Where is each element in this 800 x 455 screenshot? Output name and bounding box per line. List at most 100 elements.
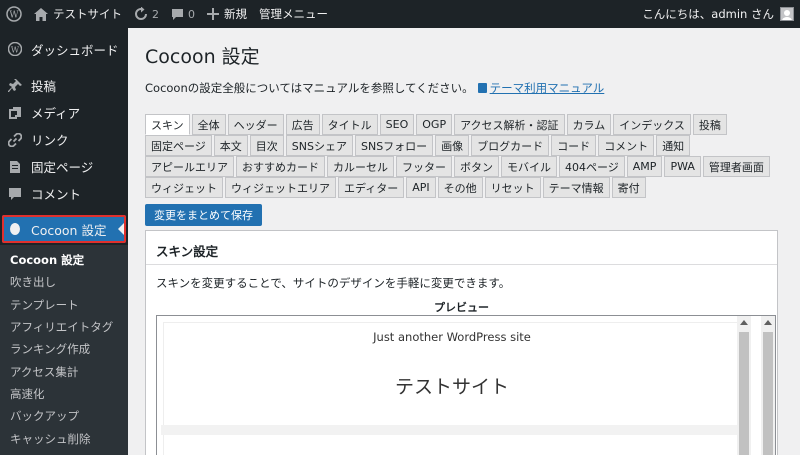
tab-seo[interactable]: SEO — [379, 114, 415, 135]
submenu-item-backup[interactable]: バックアップ — [0, 405, 128, 427]
tab-sns-share[interactable]: SNSシェア — [285, 135, 353, 156]
dashboard-icon: W — [8, 42, 22, 56]
tab-post[interactable]: 投稿 — [692, 114, 727, 135]
tab-row: アピールエリア おすすめカード カルーセル フッター ボタン モバイル 404ペ… — [145, 156, 795, 177]
skin-settings-panel: スキン設定 スキンを変更することで、サイトのデザインを手軽に変更できます。 プレ… — [145, 230, 778, 455]
menu-item-posts[interactable]: 投稿 — [0, 72, 128, 99]
tab-recommended-cards[interactable]: おすすめカード — [236, 156, 325, 177]
menu-label: Cocoon 設定 — [31, 222, 107, 238]
preview-nav-band — [161, 425, 737, 435]
tab-other[interactable]: その他 — [437, 177, 483, 198]
menu-separator — [0, 207, 128, 215]
home-icon — [34, 7, 48, 21]
menu-item-dashboard[interactable]: W ダッシュボード — [0, 34, 128, 64]
submenu-item-template[interactable]: テンプレート — [0, 294, 128, 316]
menu-label: 投稿 — [31, 79, 57, 94]
svg-text:W: W — [9, 11, 19, 21]
save-all-button[interactable]: 変更をまとめて保存 — [145, 204, 262, 226]
site-name: テストサイト — [53, 7, 122, 21]
tab-title[interactable]: タイトル — [321, 114, 378, 135]
tab-footer[interactable]: フッター — [396, 156, 452, 177]
admin-sidebar: W ダッシュボード 投稿 メディア リンク 固定ページ コメント Cocoon … — [0, 28, 128, 455]
tab-row: ウィジェット ウィジェットエリア エディター API その他 リセット テーマ情… — [145, 177, 795, 198]
tab-sns-follow[interactable]: SNSフォロー — [354, 135, 434, 156]
tab-body[interactable]: 本文 — [213, 135, 248, 156]
new-content-link[interactable]: 新規 — [201, 0, 253, 28]
comments-link[interactable]: 0 — [165, 0, 201, 28]
submenu-item-ranking[interactable]: ランキング作成 — [0, 338, 128, 360]
tab-404[interactable]: 404ページ — [559, 156, 625, 177]
tab-notice[interactable]: 通知 — [656, 135, 691, 156]
tab-widget-area[interactable]: ウィジェットエリア — [225, 177, 336, 198]
link-icon — [8, 132, 22, 147]
tab-carousel[interactable]: カルーセル — [327, 156, 394, 177]
submenu-item-speech-balloon[interactable]: 吹き出し — [0, 271, 128, 293]
page-icon — [8, 160, 22, 174]
scrollbar-thumb[interactable] — [763, 332, 773, 455]
outer-scrollbar[interactable] — [761, 316, 775, 455]
submenu-item-cocoon-settings[interactable]: Cocoon 設定 — [0, 249, 128, 271]
menu-label: ダッシュボード — [31, 42, 119, 58]
tab-analytics[interactable]: アクセス解析・認証 — [454, 114, 565, 135]
scroll-up-icon[interactable] — [740, 320, 748, 325]
comment-icon — [172, 8, 183, 20]
tab-donate[interactable]: 寄付 — [611, 177, 646, 198]
preview-tagline: Just another WordPress site — [373, 330, 531, 344]
settings-tabs: スキン 全体 ヘッダー 広告 タイトル SEO OGP アクセス解析・認証 カラ… — [145, 114, 795, 198]
scroll-up-icon[interactable] — [764, 320, 772, 325]
tab-image[interactable]: 画像 — [435, 135, 470, 156]
tab-comment[interactable]: コメント — [598, 135, 655, 156]
site-name-link[interactable]: テストサイト — [28, 0, 128, 28]
panel-title: スキン設定 — [156, 244, 219, 259]
cocoon-submenu: Cocoon 設定 吹き出し テンプレート アフィリエイトタグ ランキング作成 … — [0, 245, 128, 455]
tab-skin[interactable]: スキン — [145, 114, 190, 135]
submenu-item-affiliate-tag[interactable]: アフィリエイトタグ — [0, 316, 128, 338]
tab-page[interactable]: 固定ページ — [145, 135, 212, 156]
submenu-item-access-stats[interactable]: アクセス集計 — [0, 360, 128, 382]
menu-item-media[interactable]: メディア — [0, 99, 128, 126]
tab-code[interactable]: コード — [551, 135, 597, 156]
menu-item-links[interactable]: リンク — [0, 126, 128, 153]
tab-theme-info[interactable]: テーマ情報 — [542, 177, 610, 198]
submenu-item-clear-cache[interactable]: キャッシュ削除 — [0, 427, 128, 449]
avatar — [780, 7, 794, 21]
tab-button[interactable]: ボタン — [454, 156, 499, 177]
menu-item-pages[interactable]: 固定ページ — [0, 153, 128, 180]
tab-reset[interactable]: リセット — [484, 177, 541, 198]
tab-ads[interactable]: 広告 — [285, 114, 320, 135]
manual-link[interactable]: テーマ利用マニュアル — [490, 81, 605, 95]
menu-item-cocoon-settings[interactable]: Cocoon 設定 — [2, 215, 126, 243]
tab-pwa[interactable]: PWA — [664, 156, 701, 177]
tab-appeal-area[interactable]: アピールエリア — [145, 156, 234, 177]
tab-column[interactable]: カラム — [566, 114, 612, 135]
tab-ogp[interactable]: OGP — [416, 114, 453, 135]
tab-general[interactable]: 全体 — [191, 114, 226, 135]
tab-admin-screen[interactable]: 管理者画面 — [702, 156, 770, 177]
inner-scrollbar[interactable] — [737, 316, 751, 455]
new-label: 新規 — [224, 7, 247, 21]
tab-blogcard[interactable]: ブログカード — [471, 135, 550, 156]
updates-link[interactable]: 2 — [128, 0, 165, 28]
tab-api[interactable]: API — [406, 177, 436, 198]
admin-menu-link[interactable]: 管理メニュー — [253, 0, 334, 28]
tab-amp[interactable]: AMP — [626, 156, 663, 177]
tab-widget[interactable]: ウィジェット — [145, 177, 223, 198]
wordpress-logo[interactable]: W — [0, 0, 28, 28]
tab-mobile[interactable]: モバイル — [501, 156, 557, 177]
main-content: Cocoon 設定 Cocoonの設定全般についてはマニュアルを参照してください… — [128, 28, 800, 455]
menu-label: メディア — [31, 106, 81, 121]
skin-preview-frame[interactable]: Just another WordPress site テストサイト — [156, 315, 776, 455]
book-icon — [477, 83, 487, 93]
comment-icon — [8, 187, 22, 201]
menu-item-comments[interactable]: コメント — [0, 180, 128, 207]
tab-header[interactable]: ヘッダー — [227, 114, 284, 135]
menu-label: リンク — [31, 133, 69, 148]
tab-editor[interactable]: エディター — [338, 177, 405, 198]
tab-index[interactable]: インデックス — [613, 114, 691, 135]
account-menu[interactable]: こんにちは、admin さん — [636, 0, 800, 28]
submenu-item-speedup[interactable]: 高速化 — [0, 383, 128, 405]
tab-toc[interactable]: 目次 — [249, 135, 284, 156]
updates-count: 2 — [152, 7, 159, 21]
scrollbar-thumb[interactable] — [739, 332, 749, 455]
preview-label: プレビュー — [434, 301, 489, 314]
